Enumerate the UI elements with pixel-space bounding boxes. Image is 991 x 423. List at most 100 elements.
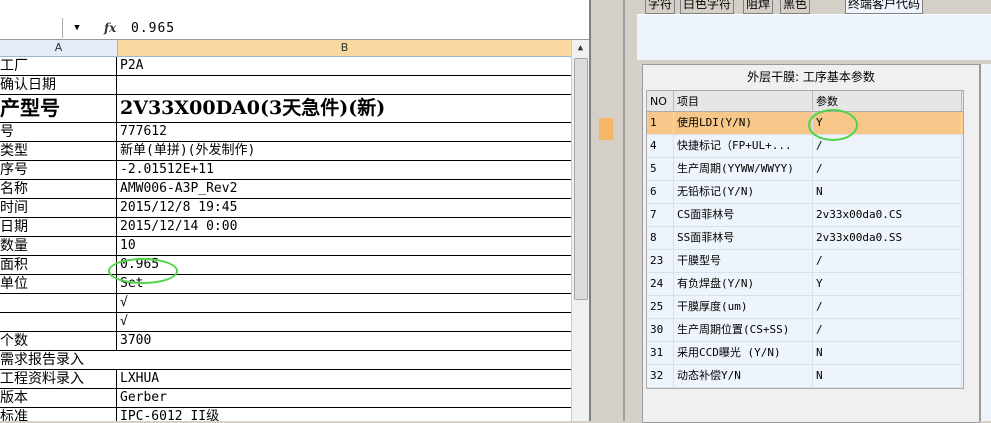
tab-black[interactable]: 黑色 (780, 0, 811, 14)
sheet-row: 需求报告录入 (0, 351, 571, 370)
cell-a[interactable]: 时间 (0, 199, 117, 217)
tab-solder-mask[interactable]: 阻焊 (743, 0, 774, 14)
cell-a[interactable]: 个数 (0, 332, 117, 350)
tab-white-chars[interactable]: 白色字符 (680, 0, 735, 14)
tab-content-area (637, 14, 991, 60)
grid-cell-param[interactable]: Y (813, 273, 962, 295)
cell-a[interactable]: 面积 (0, 256, 117, 274)
grid-row[interactable]: 23 干膜型号 / (647, 250, 963, 273)
column-header-row: A B (0, 40, 572, 57)
grid-row[interactable]: 1 使用LDI(Y/N) Y (647, 112, 963, 135)
grid-row[interactable]: 7 CS面菲林号 2v33x00da0.CS (647, 204, 963, 227)
grid-row[interactable]: 4 快捷标记（FP+UL+... / (647, 135, 963, 158)
cell-a[interactable]: 序号 (0, 161, 117, 179)
grid-cell-param[interactable]: 2v33x00da0.SS (813, 227, 962, 249)
formula-input[interactable]: 0.965 (131, 18, 175, 38)
grid-header-item[interactable]: 项目 (674, 91, 813, 111)
sheet-rows: 工厂 P2A 确认日期产型号 2V33X00DA0(3天急件)(新) 号 777612 类型… (0, 57, 571, 421)
grid-row[interactable]: 24 有负焊盘(Y/N) Y (647, 273, 963, 296)
grid-cell-param[interactable]: / (813, 296, 962, 318)
cell-b[interactable]: 新单(单拼)(外发制作) (118, 142, 570, 160)
cell-a-text: 产型号 (0, 96, 60, 120)
grid-header-no[interactable]: NO (647, 91, 674, 111)
grid-cell-param[interactable]: Y (813, 112, 962, 134)
grid-cell-param[interactable]: N (813, 181, 962, 203)
cell-a[interactable]: 单位 (0, 275, 117, 293)
grid-header-param[interactable]: 参数 (813, 91, 962, 111)
grid-row[interactable]: 8 SS面菲林号 2v33x00da0.SS (647, 227, 963, 250)
scroll-up-icon[interactable]: ▲ (572, 40, 589, 56)
grid-cell-no: 32 (647, 365, 674, 387)
sheet-row: 个数 3700 (0, 332, 571, 351)
cell-a-text: 工厂 (0, 58, 28, 74)
grid-row[interactable]: 25 干膜厚度(um) / (647, 296, 963, 319)
cell-a[interactable]: 类型 (0, 142, 117, 160)
cell-b[interactable]: LXHUA (118, 370, 570, 388)
column-header-b[interactable]: B (118, 40, 572, 56)
vertical-scrollbar[interactable]: ▲ (571, 40, 589, 421)
grid-cell-item: 无铅标记(Y/N) (674, 181, 813, 203)
sheet-row: 产型号 2V33X00DA0(3天急件)(新) (0, 95, 571, 123)
grid-cell-no: 31 (647, 342, 674, 364)
cell-b[interactable]: P2A (118, 57, 570, 75)
cell-b[interactable]: 2V33X00DA0(3天急件)(新) (118, 95, 570, 122)
grid-row[interactable]: 32 动态补偿Y/N N (647, 365, 963, 388)
cell-a[interactable]: 产型号 (0, 95, 117, 122)
fx-icon[interactable]: fx (104, 18, 116, 38)
panel-splitter[interactable] (589, 0, 638, 421)
grid-row[interactable]: 31 采用CCD曝光 (Y/N) N (647, 342, 963, 365)
grid-cell-no: 8 (647, 227, 674, 249)
scroll-thumb[interactable] (574, 58, 588, 300)
grid-cell-param[interactable]: 2v33x00da0.CS (813, 204, 962, 226)
cell-a[interactable]: 版本 (0, 389, 117, 407)
column-header-a[interactable]: A (0, 40, 118, 56)
cell-b[interactable]: Gerber (118, 389, 570, 407)
cell-b[interactable] (118, 351, 570, 369)
cell-b[interactable]: √ (118, 294, 570, 312)
cell-b[interactable]: AMW006-A3P_Rev2 (118, 180, 570, 198)
cell-a[interactable]: 确认日期 (0, 76, 117, 94)
tab-chars[interactable]: 字符 (645, 0, 676, 14)
grid-cell-param[interactable]: N (813, 342, 962, 364)
cell-a[interactable]: 标准 (0, 408, 117, 421)
cell-a[interactable] (0, 294, 117, 312)
cell-b[interactable]: √ (118, 313, 570, 331)
cell-b[interactable]: IPC-6012 II级 (118, 408, 570, 421)
cell-a[interactable]: 数量 (0, 237, 117, 255)
cell-b[interactable]: 777612 (118, 123, 570, 141)
cell-a[interactable]: 号 (0, 123, 117, 141)
cell-a-text: 确认日期 (0, 77, 56, 93)
cell-a[interactable]: 名称 (0, 180, 117, 198)
cell-b[interactable]: Set (118, 275, 570, 293)
name-box-dropdown-icon[interactable]: ▼ (62, 18, 92, 38)
cell-b[interactable]: 2015/12/8 19:45 (118, 199, 570, 217)
cell-b[interactable]: 2015/12/14 0:00 (118, 218, 570, 236)
cell-b[interactable]: 0.965 (118, 256, 570, 274)
cell-b[interactable]: 3700 (118, 332, 570, 350)
grid-cell-param[interactable]: / (813, 158, 962, 180)
grid-cell-no: 24 (647, 273, 674, 295)
cell-a[interactable] (0, 313, 117, 331)
parameters-panel: 字符 白色字符 阻焊 黑色 终端客户代码 外层干膜: 工序基本参数 NO 项目 … (637, 0, 991, 423)
grid-row[interactable]: 30 生产周期位置(CS+SS) / (647, 319, 963, 342)
grid-cell-param[interactable]: / (813, 250, 962, 272)
cell-a-text: 名称 (0, 181, 28, 197)
cell-a-text: 号 (0, 124, 14, 140)
tab-end-customer-code[interactable]: 终端客户代码 (845, 0, 924, 14)
sheet-row: 号 777612 (0, 123, 571, 142)
cell-a[interactable]: 工程资料录入 (0, 370, 117, 388)
grid-row[interactable]: 6 无铅标记(Y/N) N (647, 181, 963, 204)
cell-b[interactable]: -2.01512E+11 (118, 161, 570, 179)
grid-cell-param[interactable]: / (813, 319, 962, 341)
cell-b[interactable]: 10 (118, 237, 570, 255)
grid-cell-no: 25 (647, 296, 674, 318)
cell-a[interactable]: 工厂 (0, 57, 117, 75)
name-box[interactable] (0, 18, 63, 38)
grid-cell-param[interactable]: N (813, 365, 962, 387)
grid-row[interactable]: 5 生产周期(YYWW/WWYY) / (647, 158, 963, 181)
grid-cell-param[interactable]: / (813, 135, 962, 157)
cell-a-text: 版本 (0, 390, 28, 406)
cell-a[interactable]: 日期 (0, 218, 117, 236)
grid-cell-no: 23 (647, 250, 674, 272)
cell-b[interactable] (118, 76, 570, 94)
